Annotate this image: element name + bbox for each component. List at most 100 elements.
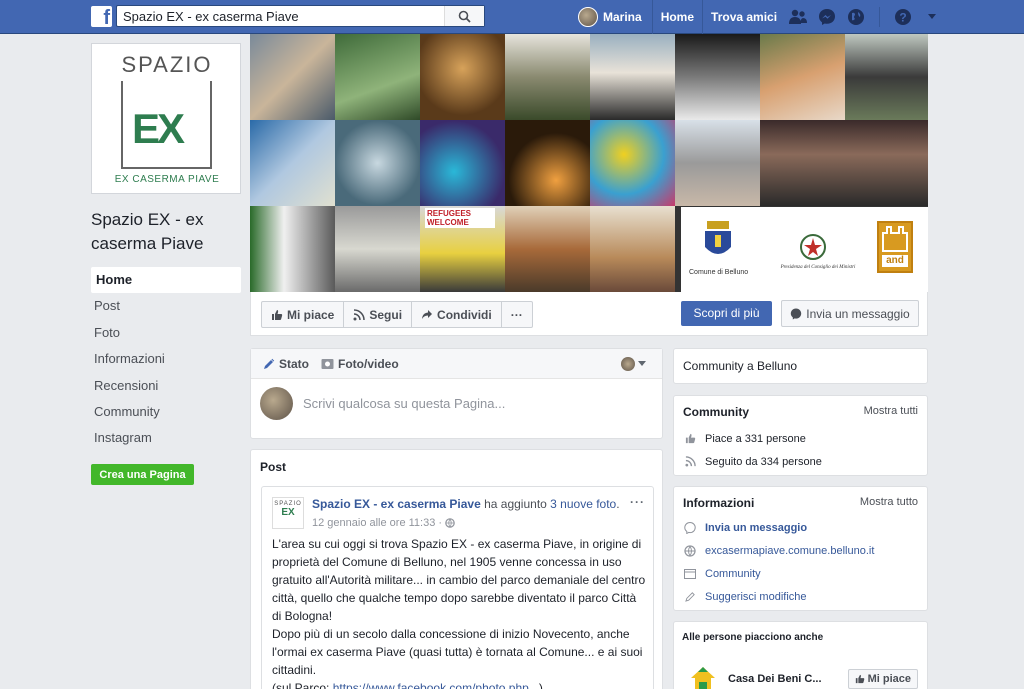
community-see-all[interactable]: Mostra tutti (864, 405, 918, 419)
cover-tile (845, 34, 928, 120)
and-logo-text: and (882, 255, 908, 267)
post-options-icon[interactable]: ··· (630, 495, 645, 509)
and-logo: and (877, 221, 913, 273)
notifications-globe-icon[interactable] (846, 7, 866, 27)
like-page-button[interactable]: Mi piace (262, 302, 343, 327)
help-icon[interactable]: ? (893, 7, 913, 27)
nav-info[interactable]: Informazioni (91, 346, 241, 372)
nav-home[interactable]: Home (91, 267, 241, 294)
send-message-button[interactable]: Invia un messaggio (781, 300, 919, 327)
community-title: Community (683, 405, 749, 419)
cover-tile (590, 120, 675, 206)
facebook-logo[interactable]: f (91, 6, 112, 27)
cover-photo[interactable]: REFUGEES WELCOME Comune di Belluno Presi… (250, 34, 928, 292)
globe-icon (684, 544, 696, 557)
composer-avatar (260, 387, 293, 420)
comune-belluno-crest-icon (703, 221, 737, 261)
info-category[interactable]: Community (674, 562, 927, 585)
post-paragraph: L'area su cui oggi si trova Spazio EX - … (272, 537, 646, 623)
info-title: Informazioni (683, 496, 755, 510)
post-author[interactable]: Spazio EX - ex caserma Piave (312, 497, 481, 511)
logo-subtitle: EX CASERMA PIAVE (114, 174, 220, 185)
audience-selector[interactable] (621, 357, 646, 371)
also-liked-title: Alle persone piacciono anche (682, 632, 824, 643)
nav-community[interactable]: Community (91, 399, 241, 425)
info-see-all[interactable]: Mostra tutto (860, 496, 918, 510)
comune-belluno-caption: Comune di Belluno (689, 269, 749, 276)
search-box[interactable] (116, 5, 485, 27)
photo-icon (321, 358, 334, 369)
pencil-icon (264, 358, 275, 369)
globe-icon (445, 518, 455, 528)
page-profile-picture[interactable]: SPAZIO EX EX CASERMA PIAVE (91, 43, 241, 194)
messenger-icon (684, 521, 696, 534)
tab-status[interactable]: Stato (263, 357, 309, 371)
search-icon (458, 10, 471, 23)
cover-tile (590, 206, 675, 292)
suggested-page: Casa Dei Beni C... Mi piace (688, 664, 918, 689)
messenger-icon[interactable] (817, 7, 837, 27)
cover-tile (675, 34, 760, 120)
presidency-caption: Presidenza del Consiglio dei Ministri (780, 265, 856, 270)
nav-posts[interactable]: Post (91, 293, 241, 319)
find-friends-link[interactable]: Trova amici (702, 0, 785, 34)
composer-input[interactable]: Scrivi qualcosa su questa Pagina... (303, 396, 505, 411)
more-button[interactable]: ··· (500, 302, 532, 327)
top-bar: f Marina Home Trova amici ? (0, 0, 1024, 34)
share-arrow-icon (422, 309, 433, 319)
logo-word: SPAZIO (121, 52, 213, 77)
profile-link[interactable]: Marina (578, 0, 652, 34)
thumbs-up-icon (272, 309, 283, 320)
cover-tile (250, 120, 335, 206)
likes-count: Piace a 331 persone (674, 427, 927, 450)
info-suggest-edits[interactable]: Suggerisci modifiche (674, 585, 927, 608)
user-avatar (578, 7, 598, 27)
nav-photos[interactable]: Foto (91, 320, 241, 346)
post-text: L'area su cui oggi si trova Spazio EX - … (272, 535, 648, 689)
svg-text:?: ? (899, 11, 906, 25)
page-title[interactable]: Spazio EX - ex caserma Piave (91, 208, 241, 256)
friend-requests-icon[interactable] (788, 7, 808, 27)
suggested-page-name[interactable]: Casa Dei Beni C... (728, 673, 833, 685)
account-menu-chevron-icon[interactable] (922, 7, 942, 27)
cover-tile (335, 206, 420, 292)
create-page-button[interactable]: Crea una Pagina (91, 464, 194, 485)
partner-logos: Comune di Belluno Presidenza del Consigl… (681, 207, 928, 292)
thumbs-up-icon (855, 674, 864, 684)
also-liked-box: Alle persone piacciono anche Casa Dei Be… (673, 621, 928, 689)
info-send-message[interactable]: Invia un messaggio (674, 516, 927, 539)
tab-photo-video[interactable]: Foto/video (321, 357, 399, 371)
post-author-avatar[interactable]: SPAZIO EX (272, 497, 304, 529)
nav-reviews[interactable]: Recensioni (91, 373, 241, 399)
post-timestamp[interactable]: 12 gennaio alle ore 11:33 · (312, 517, 442, 529)
page-buttons: Mi piace Segui Condividi ··· (261, 301, 533, 328)
suggested-page-like-button[interactable]: Mi piace (847, 669, 918, 689)
search-input[interactable] (117, 6, 447, 26)
home-link[interactable]: Home (651, 0, 702, 34)
post-link[interactable]: https://www.facebook.com/photo.php... (333, 681, 539, 689)
thumbs-up-icon (685, 433, 695, 444)
cover-tile (505, 120, 590, 206)
cover-tile (250, 206, 335, 292)
info-website[interactable]: excasermapiave.comune.belluno.it (674, 539, 927, 562)
cover-tile (760, 34, 845, 120)
cover-tile (675, 120, 760, 206)
community-belluno-link[interactable]: Community a Belluno (673, 348, 928, 384)
post-paragraph: Dopo più di un secolo dalla concessione … (272, 627, 643, 677)
chevron-down-icon (638, 361, 646, 366)
post-composer: Stato Foto/video Scrivi qualcosa su ques… (250, 348, 663, 439)
cover-tile (505, 34, 590, 120)
cover-tile (760, 120, 928, 206)
cover-tile (420, 120, 505, 206)
cover-tile (335, 120, 420, 206)
share-button[interactable]: Condividi (411, 302, 501, 327)
follow-button[interactable]: Segui (343, 302, 411, 327)
post-action-link[interactable]: 3 nuove foto (550, 497, 616, 511)
post-card: SPAZIO EX Spazio EX - ex caserma Piave h… (261, 486, 654, 689)
nav-instagram[interactable]: Instagram (91, 425, 241, 451)
page-actions-bar: Mi piace Segui Condividi ··· Scopri di p… (250, 292, 928, 336)
house-logo-icon[interactable] (688, 664, 718, 689)
search-button[interactable] (444, 6, 484, 26)
learn-more-button[interactable]: Scopri di più (681, 301, 772, 326)
page-nav: Home Post Foto Informazioni Recensioni C… (91, 267, 241, 452)
